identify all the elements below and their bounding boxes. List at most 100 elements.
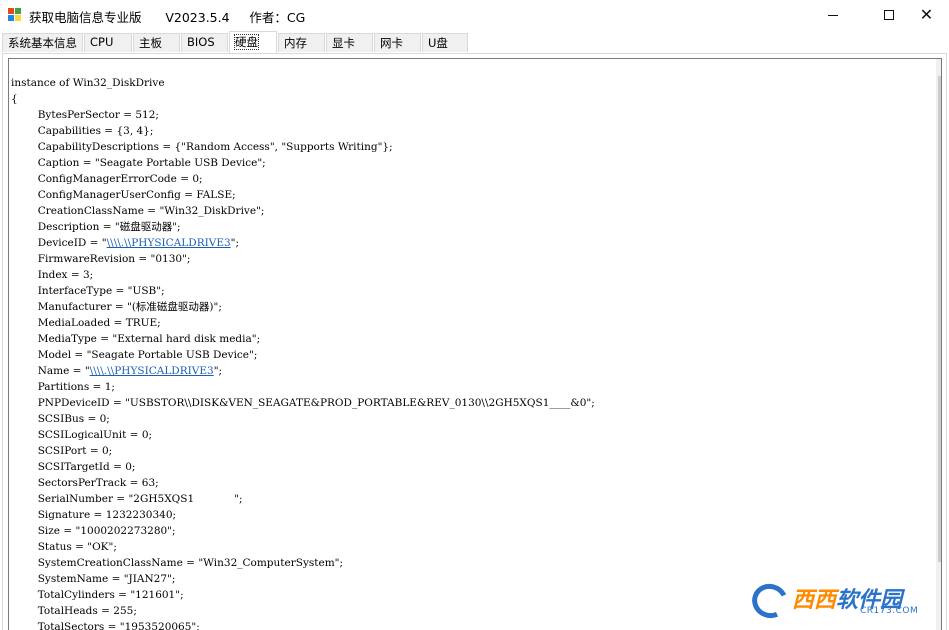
tab-label: 硬盘 [234,34,259,50]
property-key: TotalHeads [37,605,98,617]
property-value: 63; [141,477,159,489]
open-brace: { [11,93,18,105]
tab-system-info[interactable]: 系统基本信息 [2,33,83,52]
property-key: SCSIPort [37,445,87,457]
property-key: Manufacturer [37,301,112,313]
property-key: SCSITargetId [37,461,110,473]
title-bar: 获取电脑信息专业版 V2023.5.4 作者：CG ✕ [0,0,949,30]
tab-label: 内存 [284,36,307,50]
property-value: "USBSTOR\\DISK&VEN_SEAGATE&PROD_PORTABLE… [125,397,595,409]
property-key: Partitions [37,381,90,393]
property-line: CapabilityDescriptions = {"Random Access… [37,141,393,153]
property-value: 0; [125,461,136,473]
property-key: Capabilities [37,125,101,137]
property-line: DeviceID = "\\\\.\\PHYSICALDRIVE3"; [37,237,240,249]
property-line: Capabilities = {3, 4}; [37,125,154,137]
class-header: instance of Win32_DiskDrive [11,77,165,89]
property-line: MediaLoaded = TRUE; [37,317,161,329]
property-key: SCSILogicalUnit [37,429,127,441]
device-path-link[interactable]: \\\\.\\PHYSICALDRIVE3 [90,365,214,377]
property-key: SerialNumber [37,493,113,505]
property-line: SCSILogicalUnit = 0; [37,429,153,441]
property-line: SystemName = "JIAN27"; [37,573,176,585]
property-value: "1000202273280"; [75,525,176,537]
app-icon[interactable] [8,8,22,22]
tab-label: 显卡 [332,36,355,50]
property-key: BytesPerSector [37,109,120,121]
property-value: "2GH5XQS1 "; [128,493,243,505]
property-line: Index = 3; [37,269,94,281]
property-line: Manufacturer = "(标准磁盘驱动器)"; [37,301,222,313]
property-key: InterfaceType [37,285,113,297]
tab-cpu[interactable]: CPU [84,33,132,52]
close-icon: ✕ [919,5,934,24]
tab-network[interactable]: 网卡 [374,33,421,52]
property-line: ConfigManagerErrorCode = 0; [37,173,203,185]
tab-panel: instance of Win32_DiskDrive { BytesPerSe… [2,53,947,630]
scroll-thumb[interactable] [938,76,941,562]
property-line: Model = "Seagate Portable USB Device"; [37,349,258,361]
property-line: BytesPerSector = 512; [37,109,159,121]
property-line: SectorsPerTrack = 63; [37,477,159,489]
tab-motherboard[interactable]: 主板 [133,33,180,52]
property-value: "0130"; [150,253,191,265]
property-value: "Seagate Portable USB Device"; [86,349,258,361]
property-line: SystemCreationClassName = "Win32_Compute… [37,557,344,569]
property-line: ConfigManagerUserConfig = FALSE; [37,189,236,201]
property-key: FirmwareRevision [37,253,136,265]
vertical-scrollbar[interactable]: ▲ ▼ [936,59,941,630]
property-key: TotalCylinders [37,589,115,601]
property-key: Caption [37,157,80,169]
tab-usb[interactable]: U盘 [422,33,468,52]
close-button[interactable]: ✕ [904,0,949,30]
property-value: "USB"; [127,285,165,297]
property-line: MediaType = "External hard disk media"; [37,333,261,345]
device-path-link[interactable]: \\\\.\\PHYSICALDRIVE3 [107,237,231,249]
property-value: "(标准磁盘驱动器)"; [127,301,222,313]
property-value: 255; [113,605,137,617]
tab-label: CPU [90,35,114,49]
site-watermark: 西西软件园 CR173.COM [747,578,932,624]
tab-label: 网卡 [380,36,403,50]
property-line: SerialNumber = "2GH5XQS1 "; [37,493,243,505]
tab-label: 主板 [139,36,162,50]
tab-harddisk[interactable]: 硬盘 [229,31,277,53]
tab-label: 系统基本信息 [8,36,77,50]
minimize-button[interactable] [810,0,856,30]
tab-label: BIOS [187,35,215,49]
property-value: {"Random Access", "Supports Writing"}; [174,141,393,153]
property-key: SystemCreationClassName [37,557,183,569]
property-line: PNPDeviceID = "USBSTOR\\DISK&VEN_SEAGATE… [37,397,595,409]
property-key: Status [37,541,72,553]
property-key: Signature [37,509,91,521]
property-key: SCSIBus [37,413,85,425]
maximize-icon [884,10,894,20]
property-value: "Seagate Portable USB Device"; [94,157,266,169]
tab-strip: 系统基本信息 CPU 主板 BIOS 硬盘 内存 显卡 网卡 U盘 [0,31,949,53]
property-line: Signature = 1232230340; [37,509,177,521]
property-value-suffix: "; [213,365,223,377]
disk-info-text: instance of Win32_DiskDrive { BytesPerSe… [11,75,595,630]
tab-memory[interactable]: 内存 [278,33,325,52]
scroll-up-icon[interactable]: ▲ [936,59,941,76]
property-key: MediaLoaded [37,317,111,329]
tab-label: U盘 [428,36,448,50]
property-value: TRUE; [125,317,161,329]
property-value: {3, 4}; [116,125,154,137]
scroll-down-icon[interactable]: ▼ [936,615,941,630]
property-value: "Win32_ComputerSystem"; [198,557,344,569]
property-value: "磁盘驱动器"; [114,221,181,233]
property-line: SCSIBus = 0; [37,413,110,425]
property-key: Size [37,525,61,537]
property-line: Size = "1000202273280"; [37,525,176,537]
tab-bios[interactable]: BIOS [181,33,228,52]
property-key: Name [37,365,70,377]
property-value: 0; [101,445,113,457]
tab-graphics[interactable]: 显卡 [326,33,373,52]
watermark-logo-icon [747,578,793,624]
property-line: Status = "OK"; [37,541,117,553]
property-key: ConfigManagerUserConfig [37,189,181,201]
property-value: "OK"; [87,541,117,553]
disk-info-textbox[interactable]: instance of Win32_DiskDrive { BytesPerSe… [8,58,942,630]
property-key: CapabilityDescriptions [37,141,159,153]
